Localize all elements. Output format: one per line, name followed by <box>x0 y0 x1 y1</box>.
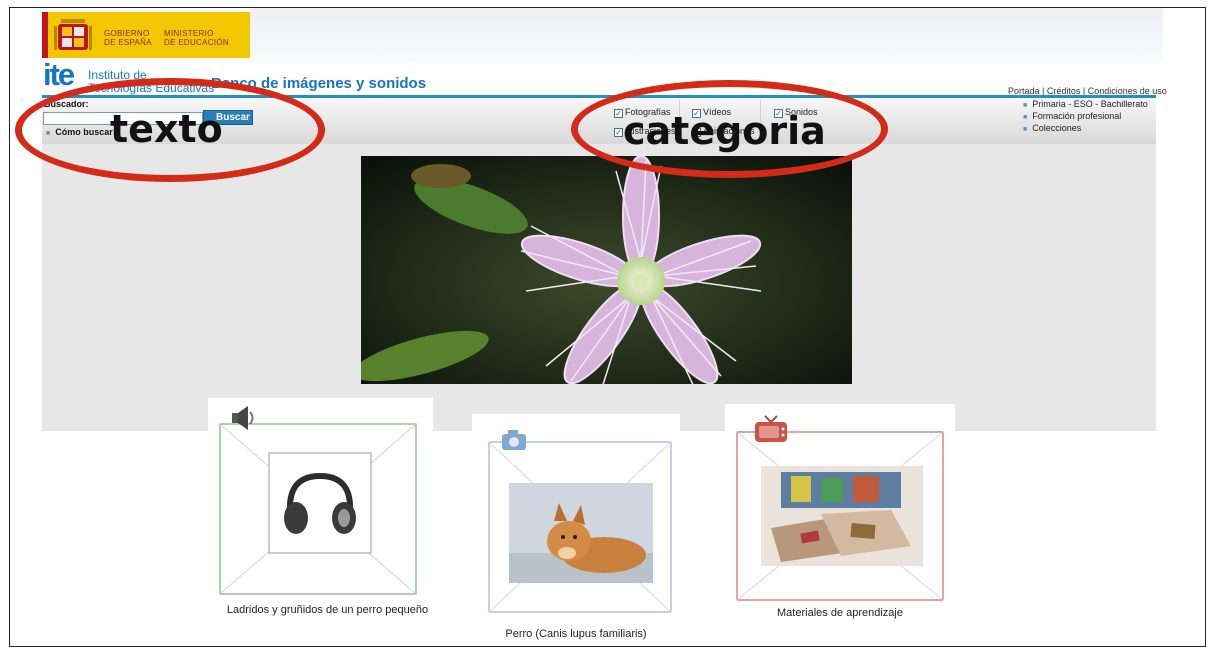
bullet-icon: ■ <box>1023 126 1028 133</box>
camera-icon <box>502 430 526 450</box>
bullet-icon: ■ <box>1023 114 1028 121</box>
card-video[interactable] <box>725 404 955 604</box>
gov-line1: GOBIERNO <box>104 29 150 38</box>
government-logo[interactable]: GOBIERNO DE ESPAÑA MINISTERIO DE EDUCACI… <box>42 12 250 58</box>
annotation-texto: texto <box>110 107 223 151</box>
menu-item-label: Colecciones <box>1032 123 1082 133</box>
speaker-icon <box>232 406 254 430</box>
learning-materials-photo <box>761 466 923 566</box>
bullet-icon: ■ <box>1023 102 1028 109</box>
headphones-image <box>284 472 356 534</box>
right-menu: ■ Primaria - ESO - Bachillerato ■ Formació… <box>1023 99 1148 135</box>
card-sound[interactable] <box>208 398 433 598</box>
coat-of-arms-icon <box>54 19 92 50</box>
gov-line2: DE ESPAÑA <box>104 38 152 47</box>
ministry-line2: DE EDUCACIÓN <box>164 38 229 47</box>
header-background <box>250 8 1163 62</box>
menu-item-label: Formación profesional <box>1032 111 1122 121</box>
card-photo[interactable] <box>472 414 680 614</box>
card-video-caption[interactable]: Materiales de aprendizaje <box>725 606 955 620</box>
menu-item-colecciones[interactable]: ■ Colecciones <box>1023 123 1148 135</box>
ite-logo[interactable]: ite <box>43 59 75 90</box>
card-sound-caption[interactable]: Ladridos y gruñidos de un perro pequeño <box>215 603 440 617</box>
page-frame: GOBIERNO DE ESPAÑA MINISTERIO DE EDUCACI… <box>9 7 1206 647</box>
flower-photo[interactable] <box>361 156 852 384</box>
dog-photo <box>509 483 653 583</box>
menu-item-primaria[interactable]: ■ Primaria - ESO - Bachillerato <box>1023 99 1148 111</box>
menu-item-label: Primaria - ESO - Bachillerato <box>1032 99 1148 109</box>
tv-icon <box>755 415 787 442</box>
annotation-categoria: categoria <box>623 109 826 153</box>
flag-strip <box>42 12 48 58</box>
ministry-line1: MINISTERIO <box>164 29 214 38</box>
ministry-label: MINISTERIO DE EDUCACIÓN <box>164 29 229 47</box>
government-label: GOBIERNO DE ESPAÑA <box>104 29 152 47</box>
menu-item-fp[interactable]: ■ Formación profesional <box>1023 111 1148 123</box>
